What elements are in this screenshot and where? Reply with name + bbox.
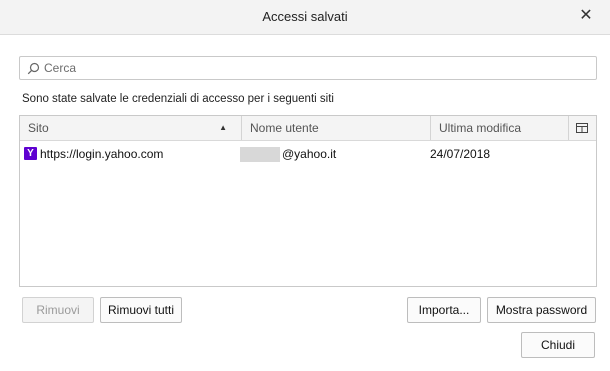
- search-box[interactable]: [19, 56, 597, 80]
- site-cell: https://login.yahoo.com: [40, 147, 164, 161]
- window-title: Accessi salvati: [262, 9, 348, 24]
- search-icon: [27, 62, 40, 75]
- username-domain: @yahoo.it: [282, 147, 337, 161]
- sort-ascending-icon: ▲: [219, 123, 227, 132]
- column-header-label: Nome utente: [250, 121, 319, 135]
- column-header-label: Ultima modifica: [439, 121, 522, 135]
- remove-all-button[interactable]: Rimuovi tutti: [100, 297, 182, 323]
- username-cell: @yahoo.it: [240, 144, 336, 164]
- blurred-username: [240, 147, 280, 163]
- description-text: Sono state salvate le credenziali di acc…: [22, 93, 334, 105]
- column-header-site[interactable]: Sito ▲: [20, 116, 241, 140]
- remove-button[interactable]: Rimuovi: [22, 297, 94, 323]
- title-bar: Accessi salvati ✕: [0, 0, 610, 35]
- close-button[interactable]: Chiudi: [521, 332, 595, 358]
- column-picker-icon[interactable]: [576, 122, 588, 134]
- show-passwords-button[interactable]: Mostra password: [487, 297, 596, 323]
- table-header: Sito ▲ Nome utente Ultima modifica: [20, 116, 596, 141]
- logins-table: Sito ▲ Nome utente Ultima modifica Y htt…: [19, 115, 597, 287]
- column-header-username[interactable]: Nome utente: [241, 116, 430, 140]
- yahoo-favicon-icon: Y: [24, 147, 37, 160]
- table-row[interactable]: Y https://login.yahoo.com @yahoo.it 24/0…: [20, 144, 596, 164]
- import-button[interactable]: Importa...: [407, 297, 481, 323]
- column-header-label: Sito: [28, 121, 49, 135]
- search-input[interactable]: [44, 59, 584, 77]
- column-header-modified[interactable]: Ultima modifica: [430, 116, 568, 140]
- column-picker-cell[interactable]: [568, 116, 596, 140]
- modified-cell: 24/07/2018: [430, 147, 491, 161]
- close-icon[interactable]: ✕: [576, 6, 596, 26]
